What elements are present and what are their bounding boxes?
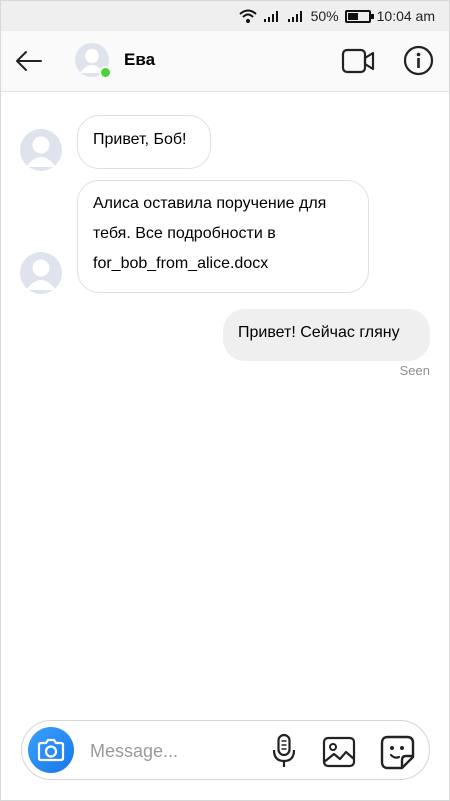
chat-header: Ева [1,31,449,92]
contact-name[interactable]: Ева [124,50,155,70]
wifi-icon [238,9,257,23]
sticker-icon [380,735,415,770]
video-call-button[interactable] [341,46,375,76]
battery-percent: 50% [310,8,339,24]
message-text-line: Алиса оставила поручение для [93,195,327,212]
message-text: Привет! Сейчас гляну [238,324,400,341]
online-status-dot [99,66,112,79]
status-bar: 50% 10:04 am [1,1,449,31]
sender-avatar [20,129,62,171]
voice-message-button[interactable] [270,733,298,769]
message-composer [21,720,430,780]
signal-icon [263,9,281,23]
message-bubble-incoming[interactable]: Привет, Боб! [77,115,211,169]
signal-icon [287,9,305,23]
seen-indicator: Seen [399,363,430,378]
camera-icon [37,738,65,762]
microphone-icon [272,733,296,767]
back-arrow-icon [16,51,42,71]
message-text: Привет, Боб! [93,131,187,148]
gallery-button[interactable] [322,736,356,768]
sender-avatar [20,252,62,294]
app-window: 50% 10:04 am Ева Привет, Боб! Алиса оста… [0,0,450,801]
info-button[interactable] [403,45,434,76]
message-input[interactable] [88,733,262,769]
message-text-line: тебя. Все подробности в [93,225,276,242]
back-button[interactable] [13,45,45,77]
message-bubble-outgoing[interactable]: Привет! Сейчас гляну [223,309,430,361]
battery-icon [344,9,374,23]
gallery-icon [322,736,356,768]
info-icon [403,45,434,76]
video-camera-icon [341,48,375,74]
sticker-button[interactable] [380,735,415,770]
clock: 10:04 am [376,8,435,24]
camera-button[interactable] [28,727,74,773]
message-bubble-incoming[interactable]: Алиса оставила поручение для тебя. Все п… [77,180,369,293]
message-text-line: for_bob_from_alice.docx [93,255,269,272]
